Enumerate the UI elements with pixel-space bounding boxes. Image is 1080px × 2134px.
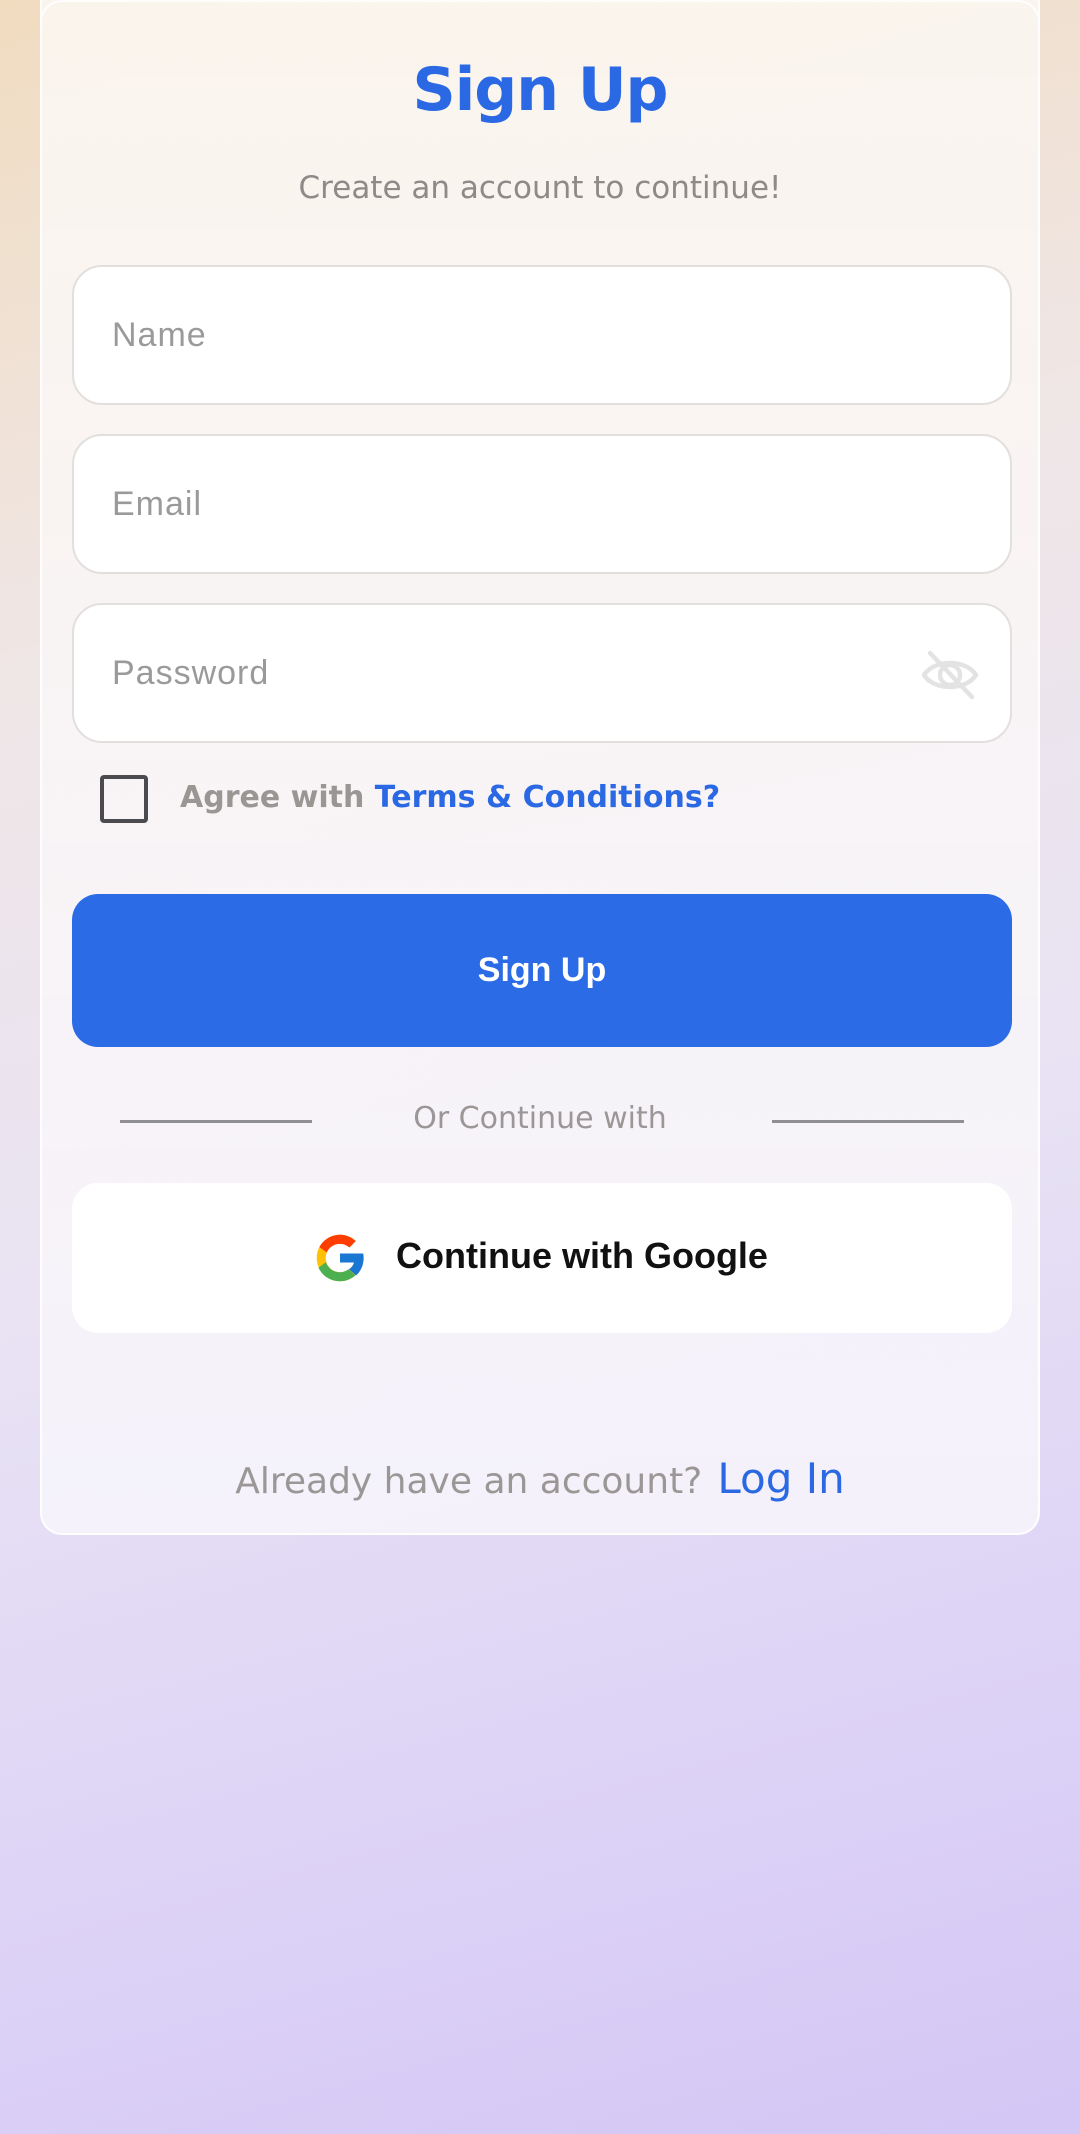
divider-text: Or Continue with [413, 1101, 667, 1136]
page-title: Sign Up [412, 55, 668, 125]
name-input[interactable] [112, 267, 912, 403]
google-icon [316, 1234, 365, 1282]
agree-label: Agree with [180, 780, 365, 815]
continue-with-google-button[interactable]: Continue with Google [72, 1183, 1012, 1333]
agree-row: Agree with Terms & Conditions? [180, 780, 720, 815]
signup-card: Sign Up Create an account to continue! A… [40, 0, 1040, 1535]
sign-up-button[interactable]: Sign Up [72, 894, 1012, 1047]
login-prompt: Already have an account? [235, 1461, 703, 1502]
terms-checkbox[interactable] [100, 775, 148, 823]
page-subtitle: Create an account to continue! [298, 170, 782, 206]
divider-line-right [772, 1120, 964, 1123]
terms-link[interactable]: Terms & Conditions? [375, 780, 720, 815]
email-input[interactable] [112, 436, 912, 572]
password-input[interactable] [112, 605, 912, 741]
password-field[interactable] [72, 603, 1012, 743]
eye-off-icon[interactable] [920, 647, 980, 703]
log-in-link[interactable]: Log In [717, 1454, 844, 1503]
google-button-label: Continue with Google [396, 1235, 768, 1276]
name-field[interactable] [72, 265, 1012, 405]
email-field[interactable] [72, 434, 1012, 574]
login-row: Already have an account? Log In [42, 1454, 1038, 1503]
